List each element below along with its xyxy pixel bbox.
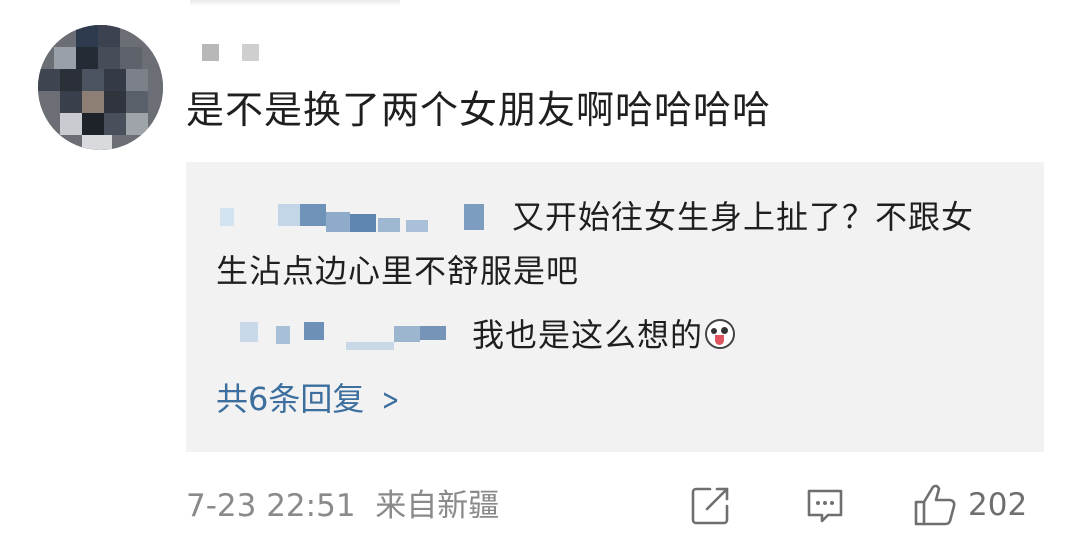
share-icon [691,487,729,525]
reply-username[interactable] [216,190,506,244]
top-divider [190,0,400,6]
comment-text: 是不是换了两个女朋友啊哈哈哈哈 [186,88,772,132]
avatar[interactable] [38,25,163,150]
tongue-out-emoji-icon [705,319,736,349]
reply-text: 我也是这么想的 [472,316,704,354]
chevron-right-icon: > [382,383,400,418]
reply-item[interactable]: 我也是这么想的 [216,308,1004,362]
comment-button[interactable] [804,480,846,530]
like-button[interactable]: 202 [912,480,1027,530]
comment-timestamp: 7-23 22:51 [186,488,356,524]
reply-item[interactable]: 又开始往女生身上扯了？不跟女生沾点边心里不舒服是吧 [216,190,1004,298]
reply-username[interactable] [216,308,466,362]
replies-panel[interactable]: 又开始往女生身上扯了？不跟女生沾点边心里不舒服是吧 我也是这么想的 共6条回复 > [186,162,1044,452]
share-button[interactable] [690,480,732,530]
more-replies-label: 共6条回复 [216,380,365,418]
like-count: 202 [968,487,1028,523]
view-more-replies-link[interactable]: 共6条回复 > [216,377,404,423]
comment-meta: 7-23 22:51 来自新疆 [186,484,499,528]
comment-icon [807,489,843,523]
thumbs-up-icon [914,484,956,526]
comment-location: 来自新疆 [375,488,500,524]
